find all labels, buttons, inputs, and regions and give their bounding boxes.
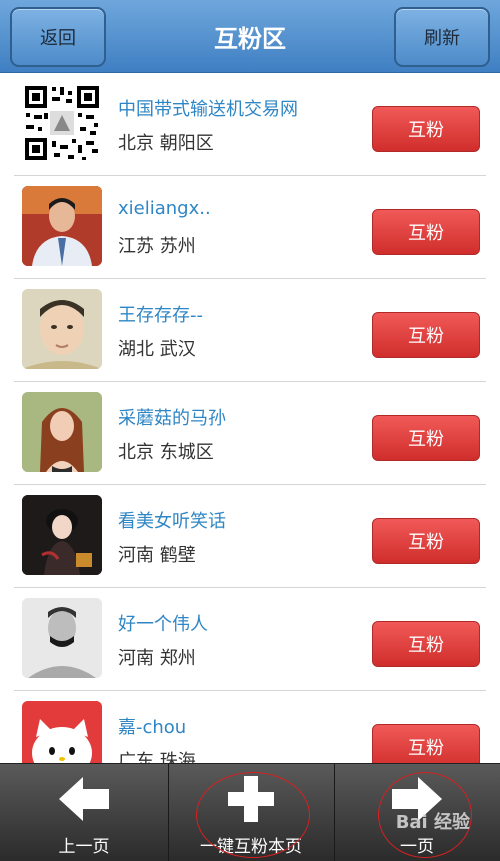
- follow-button[interactable]: 互粉: [372, 312, 480, 358]
- user-location: 江苏 苏州: [118, 236, 196, 257]
- prev-page-label: 上一页: [58, 837, 110, 857]
- prev-page-button[interactable]: 上一页: [0, 764, 169, 861]
- doll-avatar[interactable]: [22, 495, 102, 575]
- top-bar: 返回 互粉区 刷新: [0, 0, 500, 73]
- user-name[interactable]: 看美女听笑话: [118, 507, 226, 533]
- follow-all-label: 一键互粉本页: [200, 837, 302, 857]
- user-location: 广东 珠海: [118, 751, 196, 763]
- follow-button[interactable]: 互粉: [372, 209, 480, 255]
- user-location: 河南 鹤壁: [118, 545, 196, 566]
- refresh-button[interactable]: 刷新: [394, 7, 490, 67]
- list-item[interactable]: 嘉-chou 广东 珠海 互粉: [14, 691, 486, 763]
- follow-all-button[interactable]: 一键互粉本页: [168, 764, 335, 861]
- user-name[interactable]: xieliangx..: [118, 198, 211, 219]
- baidu-watermark: Bai 经验: [395, 812, 470, 833]
- list-item[interactable]: 中国带式输送机交易网 北京 朝阳区 互粉: [14, 73, 486, 176]
- user-location: 湖北 武汉: [118, 339, 196, 360]
- user-location: 北京 朝阳区: [118, 133, 214, 154]
- follow-button[interactable]: 互粉: [372, 621, 480, 667]
- list-item[interactable]: xieliangx.. 江苏 苏州 互粉: [14, 176, 486, 279]
- back-button[interactable]: 返回: [10, 7, 106, 67]
- list-item[interactable]: 王存存存-- 湖北 武汉 互粉: [14, 279, 486, 382]
- user-location: 河南 郑州: [118, 648, 196, 669]
- list-item[interactable]: 看美女听笑话 河南 鹤壁 互粉: [14, 485, 486, 588]
- bw-man-avatar[interactable]: [22, 598, 102, 678]
- user-name[interactable]: 采蘑菇的马孙: [118, 404, 226, 430]
- man-suit-avatar[interactable]: [22, 186, 102, 266]
- user-list: 中国带式输送机交易网 北京 朝阳区 互粉 xieliangx.. 江苏 苏州 互…: [0, 73, 500, 763]
- follow-button[interactable]: 互粉: [372, 106, 480, 152]
- follow-button[interactable]: 互粉: [372, 724, 480, 763]
- next-page-label: 一页: [400, 837, 434, 857]
- young-man-avatar[interactable]: [22, 289, 102, 369]
- follow-button[interactable]: 互粉: [372, 518, 480, 564]
- qr-code-avatar[interactable]: [22, 83, 102, 163]
- arrow-left-icon: [54, 774, 114, 824]
- woman-avatar[interactable]: [22, 392, 102, 472]
- list-item[interactable]: 好一个伟人 河南 郑州 互粉: [14, 588, 486, 691]
- user-name[interactable]: 好一个伟人: [118, 610, 208, 636]
- user-location: 北京 东城区: [118, 442, 214, 463]
- list-item[interactable]: 采蘑菇的马孙 北京 东城区 互粉: [14, 382, 486, 485]
- user-name[interactable]: 中国带式输送机交易网: [118, 95, 298, 121]
- hello-kitty-avatar[interactable]: [22, 701, 102, 763]
- follow-button[interactable]: 互粉: [372, 415, 480, 461]
- user-name[interactable]: 王存存存--: [118, 301, 203, 327]
- plus-icon: [221, 774, 281, 824]
- user-name[interactable]: 嘉-chou: [118, 713, 186, 739]
